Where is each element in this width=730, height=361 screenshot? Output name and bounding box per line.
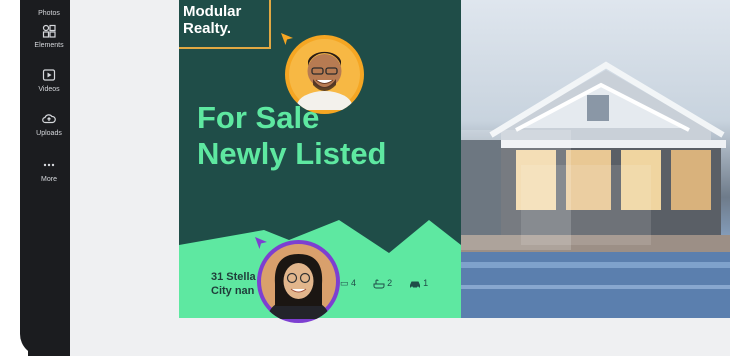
sidebar-item-label: Uploads [36, 130, 62, 137]
car-count: 1 [423, 278, 429, 288]
sidebar-item-elements[interactable]: Elements [28, 24, 70, 49]
address-text[interactable]: 31 Stella City nan [211, 270, 256, 298]
bed-icon: ▭ [340, 278, 349, 288]
bed-count: 4 [351, 278, 357, 288]
headline-line-1: For Sale [197, 100, 320, 135]
avatar-man-illustration [289, 39, 360, 114]
videos-icon [42, 69, 56, 81]
editor-sidebar: Photos Elements Videos Uploads More [28, 0, 70, 356]
house-photo[interactable] [461, 0, 730, 318]
more-icon [43, 163, 55, 167]
sidebar-item-label: Photos [38, 10, 60, 17]
car-icon [409, 281, 420, 289]
avatar-woman-illustration [261, 244, 336, 323]
collaborator-avatar-2[interactable] [257, 240, 340, 323]
sidebar-item-uploads[interactable]: Uploads [28, 112, 70, 137]
bath-stat: 2 [373, 278, 393, 289]
sidebar-item-label: More [41, 176, 57, 183]
cursor-orange-icon [281, 33, 293, 45]
house-illustration [461, 61, 730, 318]
sidebar-item-label: Videos [38, 86, 60, 93]
cursor-purple-icon [255, 237, 267, 249]
sidebar-item-more[interactable]: More [28, 158, 70, 183]
sidebar-item-videos[interactable]: Videos [28, 68, 70, 93]
logo-text: Modular Realty. [183, 3, 241, 37]
logo-line-1: Modular [183, 3, 242, 20]
address-line-2: City nan [211, 285, 255, 297]
uploads-icon [42, 114, 56, 124]
bath-icon [373, 279, 385, 289]
property-stats: ▭ 4 2 1 [340, 278, 442, 289]
logo-line-2: Realty. [183, 20, 232, 37]
headline-line-2: Newly Listed [197, 136, 387, 171]
bed-stat: ▭ 4 [340, 278, 356, 289]
address-line-1: 31 Stella [211, 271, 256, 283]
elements-icon [42, 24, 56, 38]
bath-count: 2 [387, 278, 393, 288]
collaborator-avatar-1[interactable] [285, 35, 364, 114]
photos-icon [42, 0, 56, 6]
headline[interactable]: For Sale Newly Listed [197, 100, 387, 172]
car-stat: 1 [409, 278, 429, 289]
sidebar-item-photos[interactable]: Photos [28, 0, 70, 17]
sidebar-item-label: Elements [34, 42, 64, 49]
